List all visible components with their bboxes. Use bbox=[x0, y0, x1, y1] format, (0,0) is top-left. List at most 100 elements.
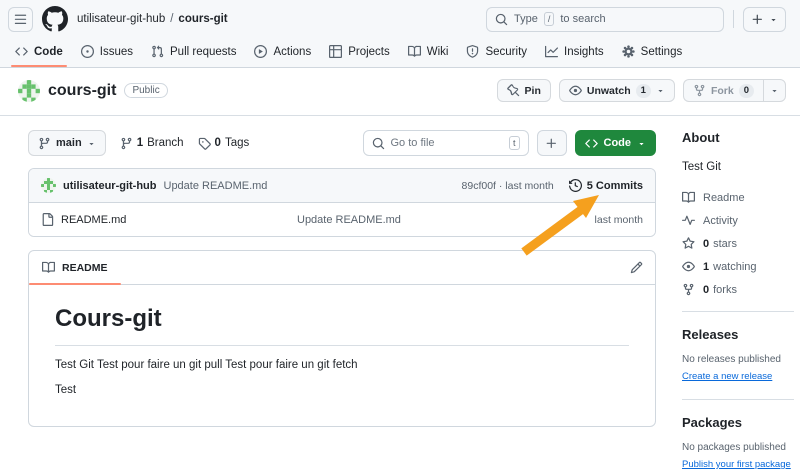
github-logo[interactable] bbox=[42, 6, 68, 32]
breadcrumb: utilisateur-git-hub / cours-git bbox=[77, 13, 228, 25]
item-label: watching bbox=[713, 261, 756, 273]
book-icon bbox=[682, 191, 695, 204]
tab-insights[interactable]: Insights bbox=[538, 38, 611, 67]
search-icon bbox=[495, 13, 508, 26]
branch-icon bbox=[38, 137, 51, 150]
fork-label: Fork bbox=[711, 85, 734, 97]
chevron-down-icon bbox=[769, 15, 778, 24]
sidebar: About Test Git Readme Activity 0stars 1w… bbox=[682, 130, 794, 472]
packages-heading: Packages bbox=[682, 415, 794, 430]
releases-empty-text: No releases published bbox=[682, 354, 794, 365]
create-release-link[interactable]: Create a new release bbox=[682, 371, 772, 382]
tab-security[interactable]: Security bbox=[459, 38, 534, 67]
branch-selector-button[interactable]: main bbox=[28, 130, 106, 156]
tab-settings[interactable]: Settings bbox=[615, 38, 690, 67]
commits-count-label: 5 Commits bbox=[587, 180, 643, 192]
chevron-down-icon bbox=[87, 139, 96, 148]
create-new-button[interactable] bbox=[743, 7, 786, 32]
sidebar-item-activity[interactable]: Activity bbox=[682, 214, 794, 227]
t-key-hint: t bbox=[509, 136, 520, 150]
code-download-button[interactable]: Code bbox=[575, 130, 657, 156]
watch-count: 1 bbox=[636, 84, 651, 98]
star-icon bbox=[682, 237, 695, 250]
packages-empty-text: No packages published bbox=[682, 442, 794, 453]
readme-card: README Cours-git Test Git Test pour fair… bbox=[28, 250, 656, 427]
file-toolbar: main 1 Branch 0 Tags Go to file t bbox=[28, 130, 656, 156]
commit-message-link[interactable]: Update README.md bbox=[164, 180, 268, 192]
item-label: Activity bbox=[703, 215, 738, 227]
sidebar-item-watching[interactable]: 1 watching bbox=[682, 260, 794, 273]
tab-wiki[interactable]: Wiki bbox=[401, 38, 456, 67]
tab-label: Settings bbox=[641, 46, 683, 58]
tab-pull-requests[interactable]: Pull requests bbox=[144, 38, 243, 67]
tab-label: Projects bbox=[348, 46, 390, 58]
gear-icon bbox=[622, 45, 635, 58]
readme-paragraph: Test bbox=[55, 384, 629, 396]
latest-commit-bar: utilisateur-git-hub Update README.md 89c… bbox=[29, 169, 655, 203]
tab-projects[interactable]: Projects bbox=[322, 38, 397, 67]
sidebar-item-forks[interactable]: 0forks bbox=[682, 283, 794, 296]
branch-icon bbox=[120, 137, 133, 150]
menu-button[interactable] bbox=[8, 7, 33, 32]
commit-history-link[interactable]: 5 Commits bbox=[569, 179, 643, 192]
add-file-button[interactable] bbox=[537, 130, 567, 156]
breadcrumb-owner[interactable]: utilisateur-git-hub bbox=[77, 13, 165, 25]
header-divider bbox=[733, 10, 734, 28]
repo-description: Test Git bbox=[682, 161, 794, 173]
fork-button[interactable]: Fork 0 bbox=[683, 79, 763, 102]
repo-nav: Code Issues Pull requests Actions Projec… bbox=[0, 38, 800, 68]
branches-link[interactable]: 1 Branch bbox=[120, 137, 184, 150]
readme-tab[interactable]: README bbox=[29, 251, 121, 284]
global-search-input[interactable]: Type / to search bbox=[486, 7, 724, 32]
file-name-link[interactable]: README.md bbox=[41, 213, 297, 226]
chevron-down-icon bbox=[656, 86, 665, 95]
readme-title: Cours-git bbox=[55, 305, 629, 346]
fork-dropdown-button[interactable] bbox=[763, 79, 786, 102]
fork-count: 0 bbox=[739, 84, 754, 98]
project-icon bbox=[329, 45, 342, 58]
item-label: stars bbox=[713, 238, 737, 250]
tab-code[interactable]: Code bbox=[8, 38, 70, 67]
publish-package-link[interactable]: Publish your first package bbox=[682, 459, 791, 470]
sidebar-item-readme[interactable]: Readme bbox=[682, 191, 794, 204]
item-label: Readme bbox=[703, 192, 745, 204]
chevron-down-icon bbox=[637, 139, 646, 148]
search-placeholder-suffix: to search bbox=[560, 13, 605, 25]
tab-issues[interactable]: Issues bbox=[74, 38, 140, 67]
code-button-label: Code bbox=[604, 137, 632, 149]
readme-tab-label: README bbox=[62, 262, 108, 274]
tab-label: Actions bbox=[273, 46, 311, 58]
commit-hash-time[interactable]: 89cf00f · last month bbox=[462, 180, 554, 192]
tab-actions[interactable]: Actions bbox=[247, 38, 318, 67]
commit-meta: 89cf00f · last month 5 Commits bbox=[462, 179, 643, 192]
tag-icon bbox=[198, 137, 211, 150]
item-label: forks bbox=[713, 284, 737, 296]
repo-avatar bbox=[18, 80, 40, 102]
tab-label: Wiki bbox=[427, 46, 449, 58]
hamburger-icon bbox=[14, 13, 27, 26]
file-commit-time-link[interactable]: last month bbox=[595, 214, 643, 226]
issue-icon bbox=[81, 45, 94, 58]
breadcrumb-repo[interactable]: cours-git bbox=[178, 13, 227, 25]
commit-author-link[interactable]: utilisateur-git-hub bbox=[63, 180, 157, 192]
pin-button[interactable]: Pin bbox=[497, 79, 551, 102]
pull-request-icon bbox=[151, 45, 164, 58]
file-commit-message-link[interactable]: Update README.md bbox=[297, 214, 595, 226]
file-icon bbox=[41, 213, 54, 226]
tab-label: Insights bbox=[564, 46, 604, 58]
tab-label: Pull requests bbox=[170, 46, 236, 58]
file-row: README.md Update README.md last month bbox=[29, 203, 655, 236]
pin-icon bbox=[507, 84, 520, 97]
releases-heading: Releases bbox=[682, 327, 794, 342]
tags-link[interactable]: 0 Tags bbox=[198, 137, 250, 150]
go-to-file-input[interactable]: Go to file t bbox=[363, 130, 529, 156]
tag-label: Tags bbox=[225, 137, 249, 149]
tab-label: Code bbox=[34, 46, 63, 58]
unwatch-button[interactable]: Unwatch 1 bbox=[559, 79, 675, 102]
sidebar-item-stars[interactable]: 0stars bbox=[682, 237, 794, 250]
commit-author-avatar[interactable] bbox=[41, 178, 56, 193]
play-icon bbox=[254, 45, 267, 58]
edit-readme-pencil-icon[interactable] bbox=[630, 261, 643, 274]
watching-count: 1 bbox=[703, 261, 709, 273]
repo-title-link[interactable]: cours-git bbox=[48, 82, 116, 100]
